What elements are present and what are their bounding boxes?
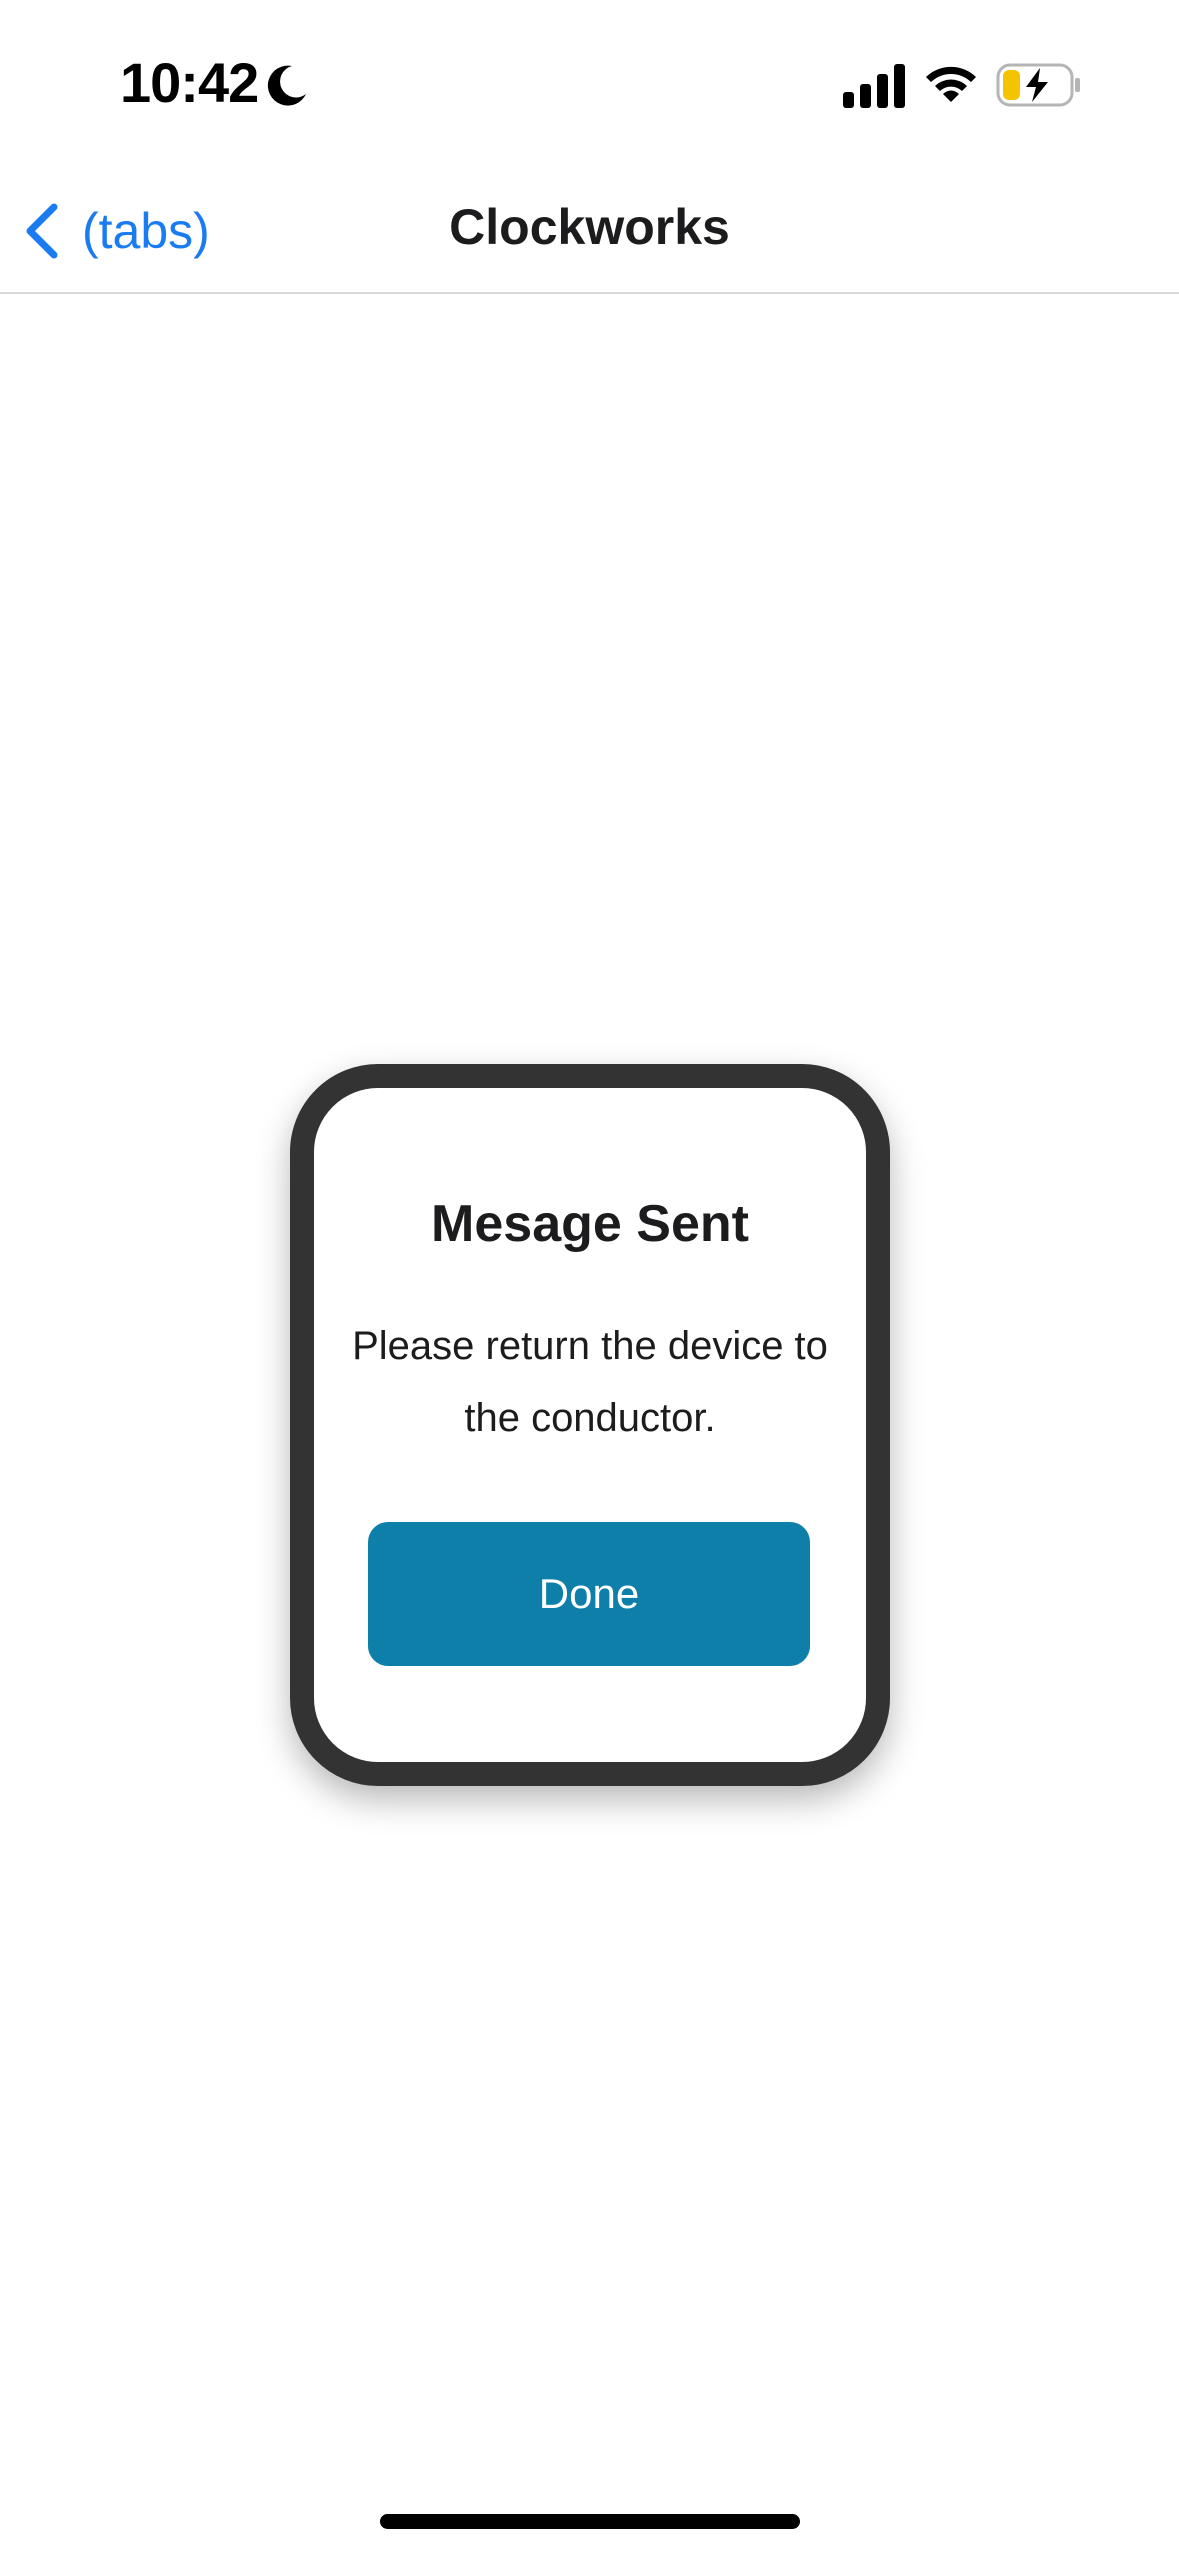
status-time: 10:42 [120, 51, 259, 114]
dialog-message: Please return the device to the conducto… [352, 1324, 828, 1440]
dialog-content: Mesage Sent Please return the device to … [314, 1088, 866, 1762]
moon-icon [267, 65, 306, 106]
wifi-icon [926, 66, 976, 102]
navigation-bar: (tabs) Clockworks [0, 170, 1179, 294]
dialog-title: Mesage Sent [431, 1195, 749, 1253]
screen: 10:42 (tabs) Clockworks Mesage Sent Plea… [0, 0, 1179, 2556]
status-bar: 10:42 [0, 0, 1179, 170]
home-indicator[interactable] [380, 2514, 800, 2529]
page-title: Clockworks [449, 199, 730, 255]
battery-charging-icon [996, 63, 1080, 107]
done-button[interactable]: Done [368, 1522, 810, 1666]
message-sent-dialog: Mesage Sent Please return the device to … [290, 1064, 890, 1786]
cellular-signal-icon [843, 64, 905, 108]
